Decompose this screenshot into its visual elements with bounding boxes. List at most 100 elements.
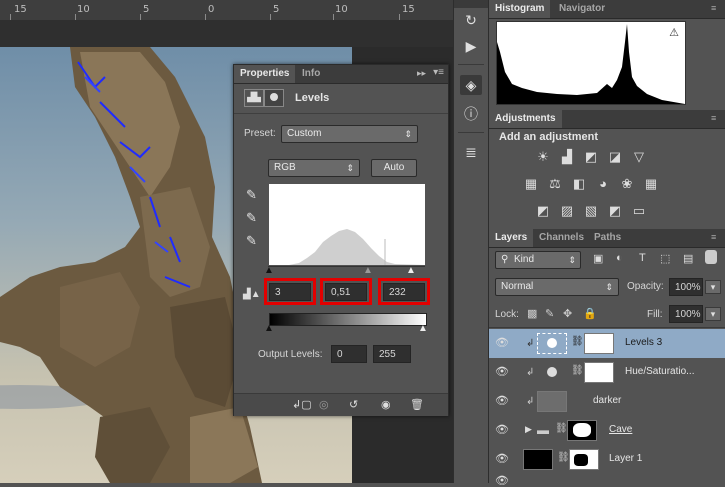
expand-arrow-icon[interactable]: ▶ (525, 424, 532, 435)
adjustment-thumbnail[interactable] (537, 333, 567, 354)
gamma-input-slider[interactable]: ▲ (363, 265, 373, 276)
view-previous-icon[interactable]: ◎ (319, 398, 329, 411)
lock-transparent-icon[interactable]: ▩ (527, 307, 537, 320)
selective-color-icon[interactable]: ◩ (607, 204, 623, 218)
layer-row-cave[interactable]: 👁 ▶ ▬ ⛓ Cave (489, 416, 725, 446)
black-point-eyedropper-icon[interactable]: ✎ (246, 187, 257, 203)
output-low-field[interactable]: 0 (331, 345, 367, 363)
link-icon[interactable]: ⛓ (557, 452, 570, 463)
lock-image-icon[interactable]: ✎ (545, 307, 554, 320)
layer-filter-dropdown[interactable]: ⚲ Kind ⇕ (495, 251, 581, 269)
output-white-slider[interactable]: ▲ (418, 323, 428, 334)
filter-shape-icon[interactable]: ⬚ (660, 252, 670, 265)
color-lookup-icon[interactable]: ▦ (643, 177, 659, 191)
clipping-warning-icon[interactable]: ▟▲ (243, 289, 261, 300)
curves-icon[interactable]: ◩ (583, 150, 599, 164)
layer-thumbnail[interactable] (537, 391, 567, 412)
tab-info[interactable]: Info (296, 65, 326, 83)
link-icon[interactable]: ⛓ (571, 336, 584, 347)
output-high-field[interactable]: 255 (373, 345, 411, 363)
opacity-slider-button[interactable]: ▾ (705, 280, 721, 294)
adjustment-thumbnail[interactable] (537, 362, 567, 383)
preset-dropdown[interactable]: Custom ⇕ (281, 125, 418, 143)
visibility-icon[interactable]: ◉ (381, 398, 391, 411)
auto-button[interactable]: Auto (371, 159, 417, 177)
visibility-eye-icon[interactable]: 👁 (495, 366, 509, 378)
fill-field[interactable]: 100% (669, 305, 703, 323)
delete-icon[interactable]: 🗑 (410, 398, 424, 411)
visibility-eye-icon[interactable]: 👁 (495, 395, 509, 407)
history-icon[interactable]: ↻ (460, 10, 482, 30)
visibility-eye-icon[interactable]: 👁 (495, 337, 509, 349)
visibility-eye-icon[interactable]: 👁 (495, 475, 509, 487)
layer-name[interactable]: Levels 3 (625, 337, 662, 348)
threshold-icon[interactable]: ▧ (583, 204, 599, 218)
filter-type-icon[interactable]: T (639, 252, 646, 264)
blend-mode-dropdown[interactable]: Normal ⇕ (495, 278, 619, 296)
black-input-slider[interactable]: ▲ (264, 265, 274, 276)
filter-toggle[interactable] (705, 250, 717, 264)
reset-icon[interactable]: ↺ (349, 398, 358, 411)
channel-mixer-icon[interactable]: ❀ (619, 177, 635, 191)
vibrance-icon[interactable]: ▽ (631, 150, 647, 164)
brightness-contrast-icon[interactable]: ☀ (535, 150, 551, 164)
clone-source-icon[interactable]: ≣ (460, 142, 482, 162)
panel-menu-icon[interactable]: ▾≡ (433, 67, 444, 78)
layer-row-partial[interactable]: 👁 (489, 474, 725, 487)
levels-icon[interactable]: ▟ (559, 150, 575, 164)
mask-thumbnail[interactable] (584, 362, 614, 383)
black-white-icon[interactable]: ◧ (571, 177, 587, 191)
warning-icon[interactable]: ⚠ (669, 26, 679, 39)
link-icon[interactable]: ⛓ (571, 365, 584, 376)
tab-histogram[interactable]: Histogram (489, 0, 551, 18)
visibility-eye-icon[interactable]: 👁 (495, 453, 509, 465)
layer-name[interactable]: Hue/Saturatio... (625, 366, 694, 377)
input-gamma-field[interactable]: 0,51 (325, 283, 367, 301)
photo-filter-icon[interactable]: ◕ (595, 177, 611, 191)
tab-properties[interactable]: Properties (234, 65, 296, 83)
layer-row-levels-3[interactable]: 👁 ↲ ⛓ Levels 3 (489, 329, 725, 359)
hue-saturation-icon[interactable]: ▦ (523, 177, 539, 191)
tab-navigator[interactable]: Navigator (553, 0, 611, 18)
tab-adjustments[interactable]: Adjustments (489, 110, 562, 128)
layer-row-layer-1[interactable]: 👁 ⛓ Layer 1 (489, 445, 725, 475)
layer-row-hue-saturation[interactable]: 👁 ↲ ⛓ Hue/Saturatio... (489, 358, 725, 388)
tab-paths[interactable]: Paths (588, 229, 627, 247)
color-balance-icon[interactable]: ⚖ (547, 177, 563, 191)
visibility-eye-icon[interactable]: 👁 (495, 424, 509, 436)
layer-name[interactable]: Layer 1 (609, 453, 642, 464)
lock-position-icon[interactable]: ✥ (563, 307, 572, 320)
filter-pixel-icon[interactable]: ▣ (593, 252, 603, 265)
clip-to-layer-icon[interactable]: ↲▢ (292, 398, 312, 411)
invert-icon[interactable]: ◩ (535, 204, 551, 218)
panel-menu-icon[interactable]: ≡ (711, 3, 721, 13)
gray-point-eyedropper-icon[interactable]: ✎ (246, 210, 257, 226)
collapse-icon[interactable]: ▸▸ (417, 68, 426, 79)
output-black-slider[interactable]: ▲ (264, 323, 274, 334)
input-black-field[interactable]: 3 (269, 283, 311, 301)
mask-thumbnail[interactable] (569, 449, 599, 470)
posterize-icon[interactable]: ▨ (559, 204, 575, 218)
panel-menu-icon[interactable]: ≡ (711, 113, 721, 123)
levels-adjustment-icon[interactable]: ▟▙ (244, 89, 264, 107)
exposure-icon[interactable]: ◪ (607, 150, 623, 164)
properties-icon[interactable]: ◈ (460, 75, 482, 95)
white-point-eyedropper-icon[interactable]: ✎ (246, 233, 257, 249)
white-input-slider[interactable]: ▲ (406, 265, 416, 276)
layer-row-darker[interactable]: 👁 ↲ darker (489, 387, 725, 417)
layer-thumbnail[interactable] (523, 449, 553, 470)
filter-adjustment-icon[interactable]: ◐ (616, 252, 623, 264)
opacity-field[interactable]: 100% (669, 278, 703, 296)
filter-smart-object-icon[interactable]: ▤ (683, 252, 693, 265)
mask-thumbnail[interactable] (584, 333, 614, 354)
mask-thumbnail[interactable] (567, 420, 597, 441)
link-icon[interactable]: ⛓ (555, 423, 568, 434)
actions-play-icon[interactable]: ▶ (460, 36, 482, 56)
tab-channels[interactable]: Channels (533, 229, 590, 247)
layer-name[interactable]: darker (593, 395, 621, 406)
channel-dropdown[interactable]: RGB ⇕ (268, 159, 360, 177)
layer-mask-icon[interactable] (264, 89, 284, 107)
tab-layers[interactable]: Layers (489, 229, 534, 247)
input-white-field[interactable]: 232 (383, 283, 425, 301)
panel-menu-icon[interactable]: ≡ (711, 232, 721, 242)
